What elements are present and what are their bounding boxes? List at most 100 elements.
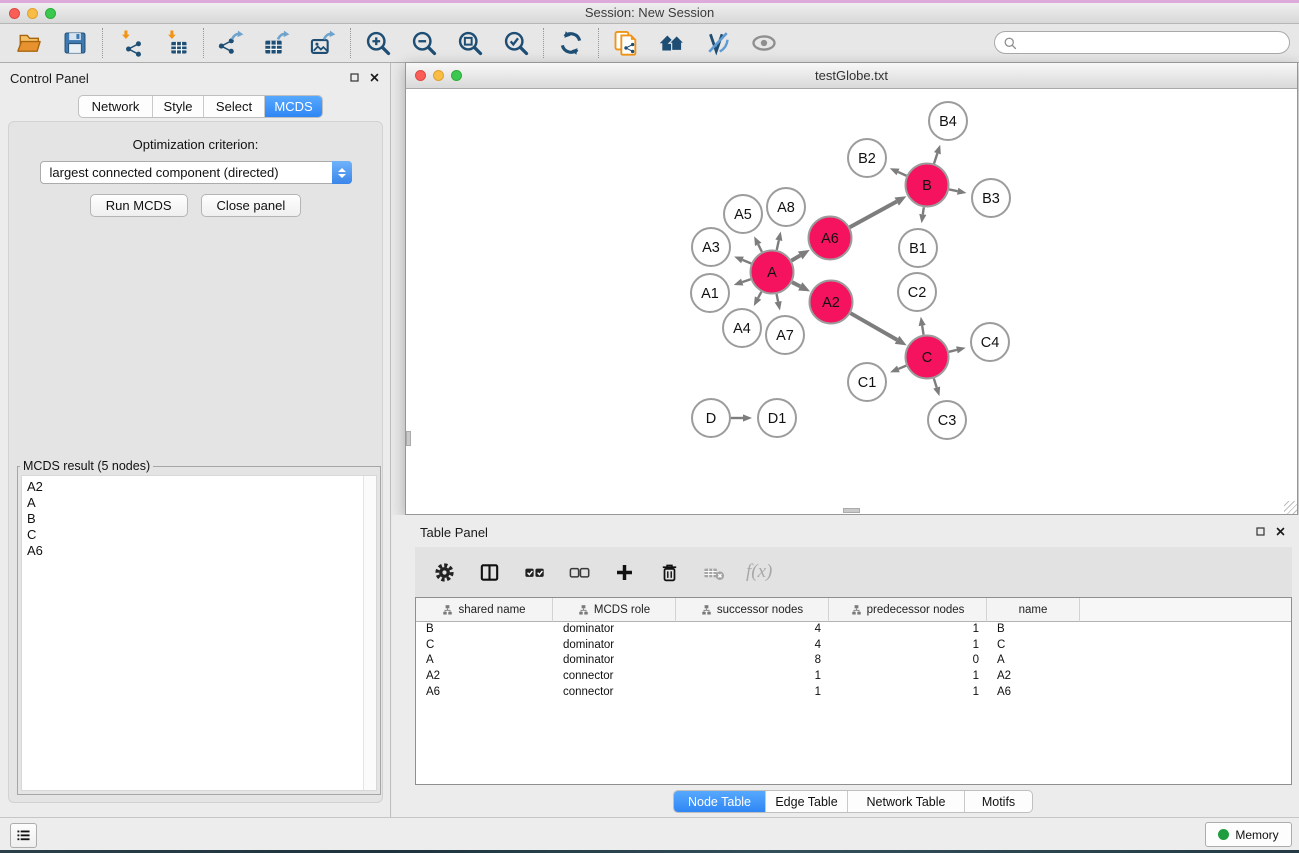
zoom-window-button[interactable] [45,8,56,19]
table-row[interactable]: A6connector11A6 [416,685,1291,701]
zoom-fit-button[interactable] [453,27,487,59]
memory-button[interactable]: Memory [1205,822,1292,847]
graph-edge-A-A6[interactable] [791,250,809,261]
task-history-button[interactable] [10,823,37,848]
search-box[interactable] [994,31,1290,54]
save-session-button[interactable] [58,27,92,59]
graph-node-A1[interactable]: A1 [691,274,729,312]
resize-grip[interactable] [1284,501,1297,514]
minimize-window-button[interactable] [27,8,38,19]
tab-mcds[interactable]: MCDS [264,96,322,117]
mcds-result-list[interactable]: A2ABCA6 [21,475,377,791]
graph-node-C4[interactable]: C4 [971,323,1009,361]
tab-motifs[interactable]: Motifs [964,791,1032,812]
dropdown-stepper-icon[interactable] [332,161,352,184]
graph-edge-A-A3[interactable] [734,256,751,263]
open-session-button[interactable] [12,27,46,59]
table-settings-button[interactable] [431,559,457,585]
tab-edge-table[interactable]: Edge Table [765,791,847,812]
graph-edge-A6-B[interactable] [850,196,907,227]
graph-node-A5[interactable]: A5 [724,195,762,233]
function-builder-button[interactable]: f(x) [746,559,772,585]
optimization-criterion-dropdown[interactable]: largest connected component (directed) [40,161,352,184]
close-window-button[interactable] [9,8,20,19]
graph-node-C3[interactable]: C3 [928,401,966,439]
network-close-button[interactable] [415,70,426,81]
export-table-button[interactable] [260,27,294,59]
graph-node-A[interactable]: A [751,251,794,294]
graph-node-B2[interactable]: B2 [848,139,886,177]
run-mcds-button[interactable]: Run MCDS [90,194,188,217]
close-panel-icon[interactable] [369,72,380,83]
graph-node-A6[interactable]: A6 [809,217,852,260]
clone-network-button[interactable] [609,27,643,59]
export-image-button[interactable] [306,27,340,59]
network-window-titlebar[interactable]: testGlobe.txt [406,63,1297,89]
column-header-name[interactable]: name [987,598,1080,622]
column-header-predecessor-nodes[interactable]: predecessor nodes [829,598,987,622]
import-network-button[interactable] [113,27,147,59]
network-zoom-button[interactable] [451,70,462,81]
table-row[interactable]: Adominator80A [416,653,1291,669]
tab-network[interactable]: Network [79,96,152,117]
mcds-result-item[interactable]: C [22,527,376,543]
network-graph[interactable]: AA1A2A3A4A5A6A7A8BB1B2B3B4CC1C2C3C4DD1 [406,89,1297,514]
graph-node-A4[interactable]: A4 [723,309,761,347]
graph-edge-C-C1[interactable] [890,366,906,373]
graph-edge-B-B4[interactable] [934,145,941,164]
graph-edge-A-A4[interactable] [754,292,762,306]
graph-edge-C-C3[interactable] [933,378,940,396]
graph-node-C[interactable]: C [906,336,949,379]
column-header-MCDS-role[interactable]: MCDS role [553,598,676,622]
column-header-shared-name[interactable]: shared name [416,598,553,622]
graph-node-D[interactable]: D [692,399,730,437]
zoom-in-button[interactable] [361,27,395,59]
graph-edge-A-A5[interactable] [754,236,762,252]
export-network-button[interactable] [214,27,248,59]
graph-edge-A-A1[interactable] [734,279,751,286]
table-row[interactable]: Cdominator41C [416,638,1291,654]
graph-node-D1[interactable]: D1 [758,399,796,437]
graph-node-B[interactable]: B [906,164,949,207]
graph-node-C2[interactable]: C2 [898,273,936,311]
tab-node-table[interactable]: Node Table [674,791,765,812]
window-titlebar[interactable]: Session: New Session [0,0,1299,24]
graph-node-A3[interactable]: A3 [692,228,730,266]
graph-edge-A-A7[interactable] [775,294,782,310]
close-table-panel-icon[interactable] [1275,526,1286,537]
create-column-button[interactable] [611,559,637,585]
column-header-successor-nodes[interactable]: successor nodes [676,598,829,622]
graph-edge-B-B3[interactable] [949,188,966,195]
delete-column-button[interactable] [656,559,682,585]
table-row[interactable]: A2connector11A2 [416,669,1291,685]
mcds-result-item[interactable]: B [22,511,376,527]
network-overview-button[interactable] [655,27,689,59]
mcds-result-item[interactable]: A [22,495,376,511]
graph-node-B3[interactable]: B3 [972,179,1010,217]
apply-layout-button[interactable] [554,27,588,59]
graph-edge-B-B2[interactable] [890,168,907,176]
graph-edge-C-C2[interactable] [919,317,926,335]
mcds-list-scrollbar[interactable] [363,476,376,790]
show-columns-button[interactable] [476,559,502,585]
graph-node-C1[interactable]: C1 [848,363,886,401]
graph-node-B1[interactable]: B1 [899,229,937,267]
zoom-selected-button[interactable] [499,27,533,59]
hide-graphics-details-button[interactable] [701,27,735,59]
tab-select[interactable]: Select [203,96,264,117]
tab-network-table[interactable]: Network Table [847,791,964,812]
graph-node-A2[interactable]: A2 [810,281,853,324]
graph-edge-A-A8[interactable] [775,231,782,250]
mcds-result-item[interactable]: A2 [22,476,376,495]
import-table-button[interactable] [159,27,193,59]
mcds-result-item[interactable]: A6 [22,543,376,559]
deselect-all-columns-button[interactable] [566,559,592,585]
graph-edge-D-D1[interactable] [731,414,752,421]
delete-table-button[interactable] [701,559,727,585]
zoom-out-button[interactable] [407,27,441,59]
float-table-panel-icon[interactable] [1255,526,1266,537]
network-minimize-button[interactable] [433,70,444,81]
search-input[interactable] [1023,33,1283,52]
graph-node-A7[interactable]: A7 [766,316,804,354]
network-vertical-scrollbar[interactable] [406,431,411,446]
